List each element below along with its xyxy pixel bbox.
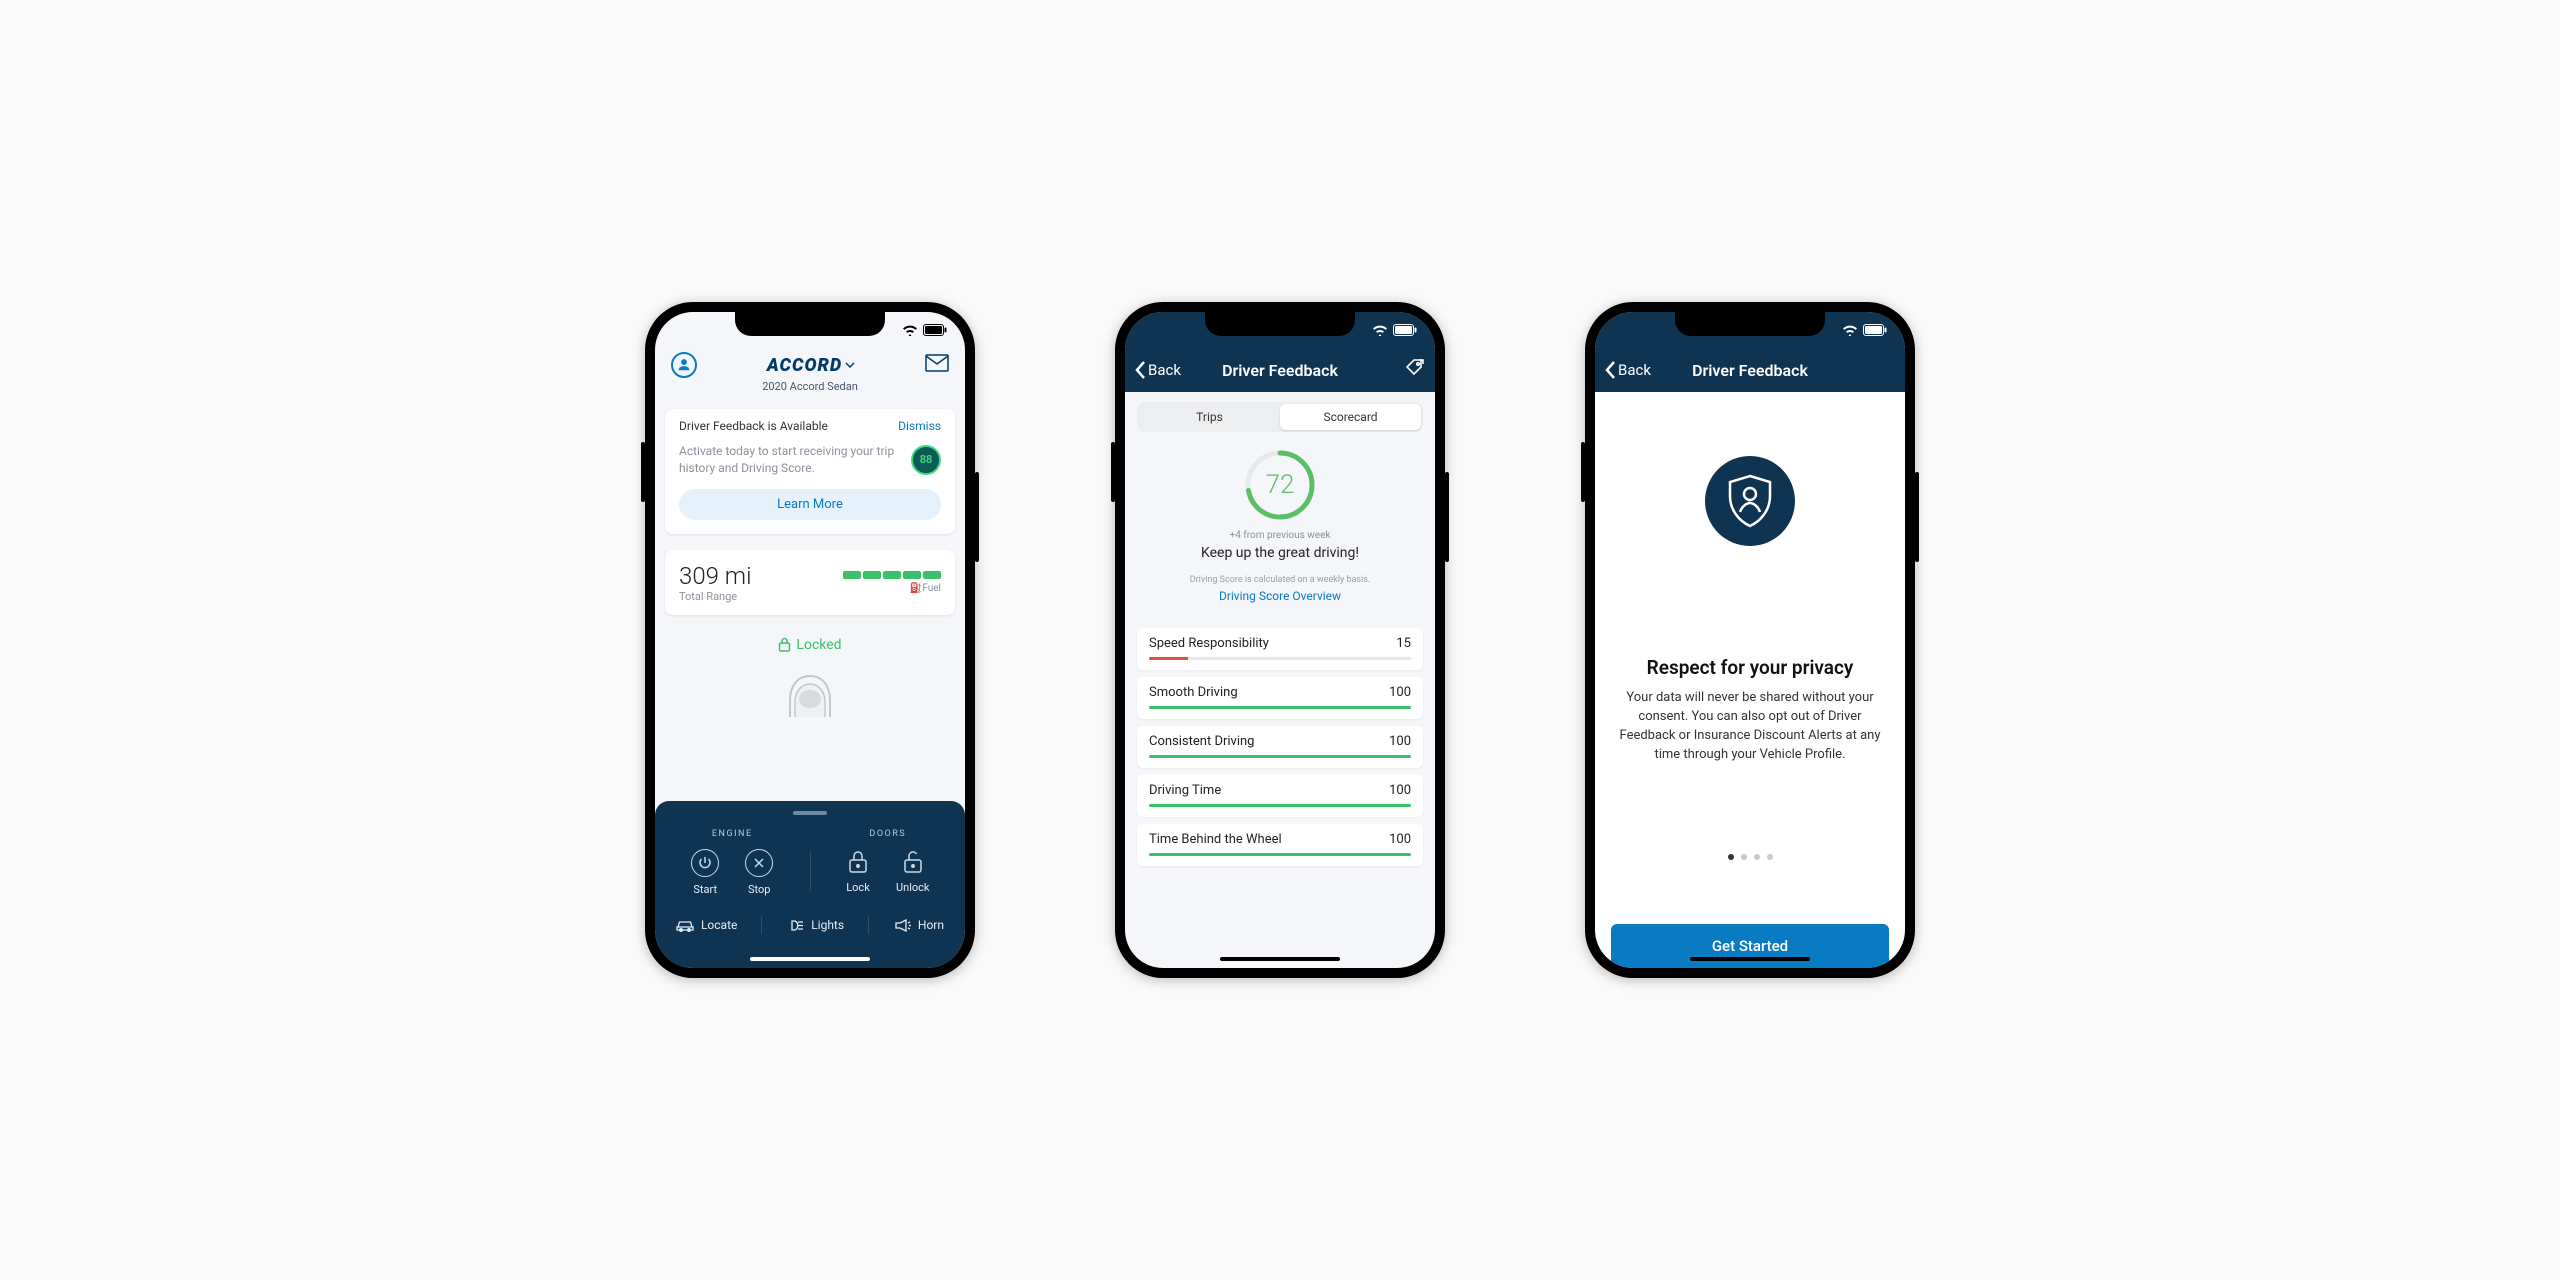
range-card[interactable]: 309 mi Total Range ⛽Fuel <box>665 550 955 615</box>
get-started-button[interactable]: Get Started <box>1611 924 1889 968</box>
notch <box>1675 312 1825 336</box>
engine-heading: ENGINE <box>655 829 810 839</box>
phone-privacy-onboarding: Back Driver Feedback Respect for your pr… <box>1585 302 1915 978</box>
metric-row[interactable]: Time Behind the Wheel 100 <box>1137 824 1423 866</box>
nav-title: Driver Feedback <box>1692 361 1808 380</box>
fuel-gauge <box>843 571 941 579</box>
metric-bar <box>1149 804 1411 807</box>
tab-trips[interactable]: Trips <box>1139 404 1280 430</box>
fuel-label: ⛽Fuel <box>843 583 941 594</box>
page-dots <box>1728 854 1773 860</box>
drawer-handle[interactable] <box>793 811 827 815</box>
score-overview-link[interactable]: Driving Score Overview <box>1219 589 1341 603</box>
metric-value: 100 <box>1389 734 1411 749</box>
score-value: 72 <box>1243 448 1317 522</box>
wifi-icon <box>1372 324 1388 336</box>
profile-icon[interactable] <box>671 352 697 378</box>
vehicle-graphic <box>655 661 965 717</box>
logo-text: ACCORD <box>767 355 842 376</box>
driver-feedback-card: Driver Feedback is Available Dismiss Act… <box>665 409 955 534</box>
home-indicator[interactable] <box>750 957 870 961</box>
score-delta: +4 from previous week <box>1125 530 1435 541</box>
metric-row[interactable]: Driving Time 100 <box>1137 775 1423 817</box>
back-button[interactable]: Back <box>1605 361 1651 379</box>
nav-title: Driver Feedback <box>1222 361 1338 380</box>
range-label: Total Range <box>679 590 751 603</box>
chevron-left-icon <box>1605 361 1616 379</box>
metric-row[interactable]: Smooth Driving 100 <box>1137 677 1423 719</box>
lights-icon <box>786 919 804 932</box>
locate-button[interactable]: Locate <box>666 916 747 934</box>
phone-vehicle-dashboard: ACCORD 2020 Accord Sedan Driver Feedback… <box>645 302 975 978</box>
metric-value: 100 <box>1389 783 1411 798</box>
score-ring: 72 <box>1243 448 1317 522</box>
privacy-description: Your data will never be shared without y… <box>1615 689 1885 764</box>
notch <box>735 312 885 336</box>
tag-icon[interactable] <box>1405 358 1425 382</box>
metric-value: 15 <box>1396 636 1411 651</box>
range-value: 309 mi <box>679 562 751 590</box>
wifi-icon <box>1842 324 1858 336</box>
horn-icon <box>893 919 911 932</box>
lock-icon <box>778 637 791 652</box>
chevron-left-icon <box>1135 361 1146 379</box>
metric-value: 100 <box>1389 685 1411 700</box>
battery-icon <box>1863 324 1887 336</box>
score-section: 72 +4 from previous week Keep up the gre… <box>1125 442 1435 621</box>
card-message: Activate today to start receiving your t… <box>679 443 901 477</box>
lights-button[interactable]: Lights <box>776 916 854 934</box>
card-title: Driver Feedback is Available <box>679 419 828 433</box>
vehicle-subtitle: 2020 Accord Sedan <box>655 380 965 401</box>
phone-driver-feedback-scorecard: Back Driver Feedback Trips Scorecard 72 … <box>1115 302 1445 978</box>
metric-row[interactable]: Consistent Driving 100 <box>1137 726 1423 768</box>
stop-button[interactable]: Stop <box>745 849 773 896</box>
score-badge: 88 <box>911 445 941 475</box>
metric-row[interactable]: Speed Responsibility 15 <box>1137 628 1423 670</box>
unlock-button[interactable]: Unlock <box>896 849 930 894</box>
power-icon <box>698 856 712 870</box>
metric-bar <box>1149 706 1411 709</box>
lock-status: Locked <box>655 623 965 661</box>
tab-bar: Trips Scorecard <box>1137 402 1423 432</box>
metric-name: Consistent Driving <box>1149 734 1254 749</box>
battery-icon <box>923 324 947 336</box>
start-button[interactable]: Start <box>691 849 719 896</box>
tab-scorecard[interactable]: Scorecard <box>1280 404 1421 430</box>
privacy-shield-icon <box>1705 456 1795 546</box>
vehicle-logo[interactable]: ACCORD <box>767 355 855 376</box>
metric-name: Speed Responsibility <box>1149 636 1269 651</box>
dismiss-link[interactable]: Dismiss <box>898 419 941 433</box>
lock-closed-icon <box>848 850 868 874</box>
metric-name: Time Behind the Wheel <box>1149 832 1282 847</box>
battery-icon <box>1393 324 1417 336</box>
learn-more-button[interactable]: Learn More <box>679 489 941 520</box>
home-indicator[interactable] <box>1690 957 1810 961</box>
score-message: Keep up the great driving! <box>1125 545 1435 561</box>
control-drawer[interactable]: ENGINE Start Stop DOORS Lock Unlock Loca <box>655 801 965 968</box>
notch <box>1205 312 1355 336</box>
chevron-down-icon <box>845 360 855 370</box>
car-icon <box>676 919 694 932</box>
wifi-icon <box>902 324 918 336</box>
back-button[interactable]: Back <box>1135 361 1181 379</box>
metric-bar <box>1149 755 1411 758</box>
metric-value: 100 <box>1389 832 1411 847</box>
metric-name: Driving Time <box>1149 783 1221 798</box>
x-icon <box>753 857 765 869</box>
metric-name: Smooth Driving <box>1149 685 1238 700</box>
score-note: Driving Score is calculated on a weekly … <box>1125 575 1435 585</box>
metric-bar <box>1149 657 1411 660</box>
metric-bar <box>1149 853 1411 856</box>
lock-open-icon <box>903 850 923 874</box>
lock-button[interactable]: Lock <box>846 849 870 894</box>
horn-button[interactable]: Horn <box>883 916 954 934</box>
doors-heading: DOORS <box>811 829 966 839</box>
mail-icon[interactable] <box>925 354 949 376</box>
home-indicator[interactable] <box>1220 957 1340 961</box>
privacy-heading: Respect for your privacy <box>1647 656 1854 679</box>
